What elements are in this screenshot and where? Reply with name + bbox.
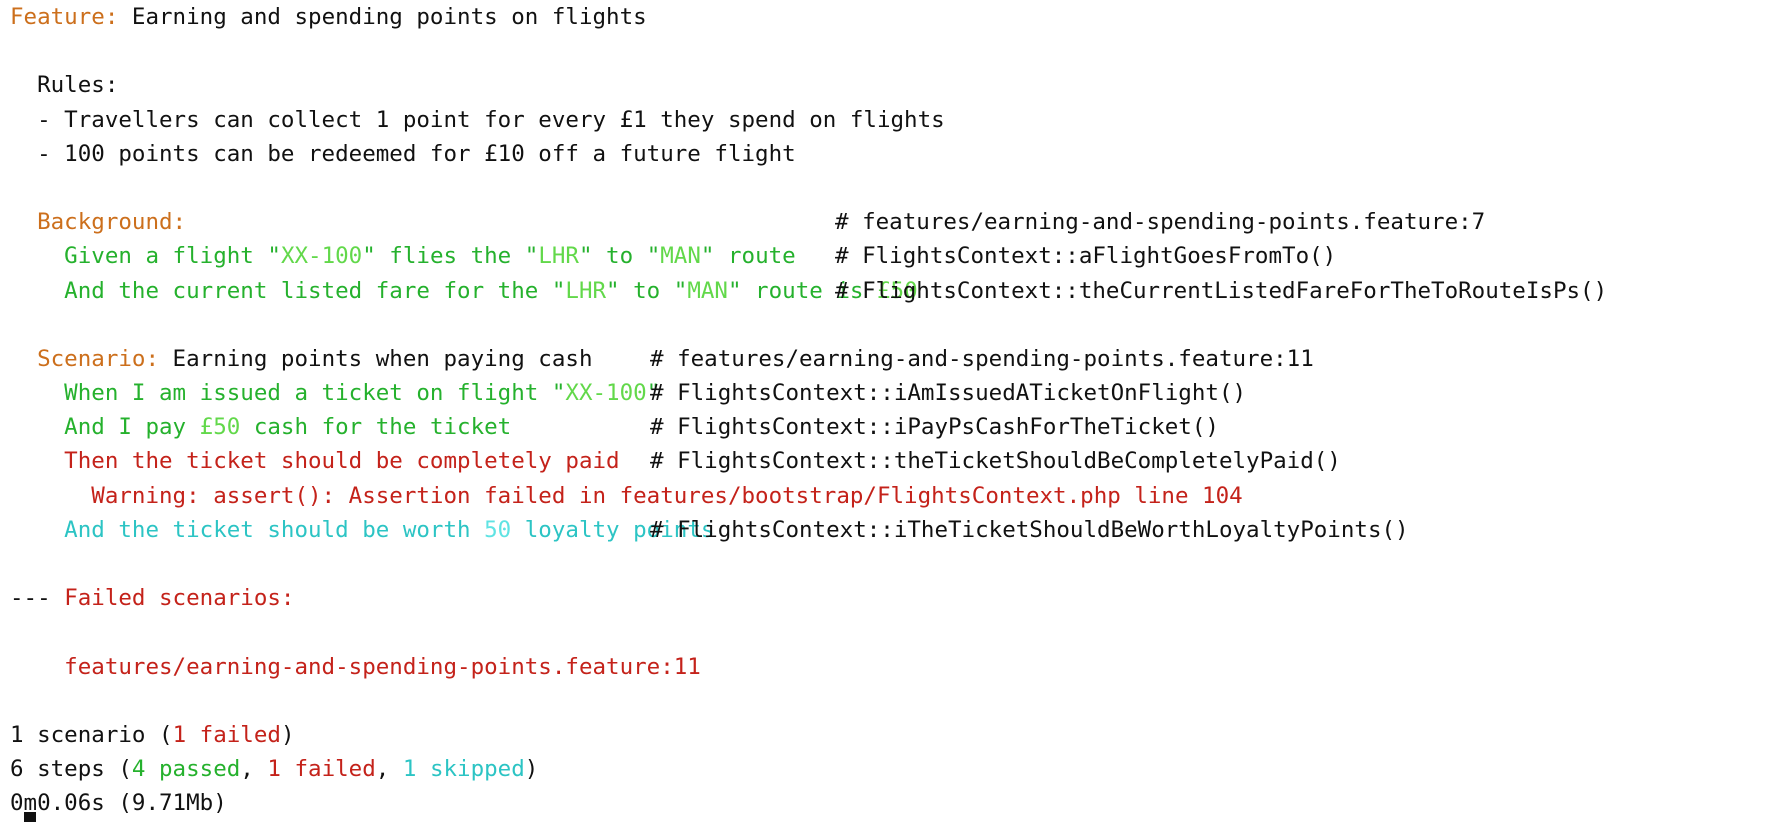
step-text: Then the ticket should be completely pai… (10, 448, 620, 475)
step-text: " to " (606, 277, 688, 304)
step-text: Given a flight " (10, 243, 281, 270)
background-keyword: Background: (10, 209, 187, 236)
step-definition: # FlightsContext::theCurrentListedFareFo… (835, 277, 1608, 304)
step-arg: LHR (538, 243, 579, 270)
failed-count: 1 failed (172, 721, 281, 748)
terminal-cursor (24, 812, 36, 822)
steps-summary: 6 steps (4 passed, 1 failed, 1 skipped) (10, 752, 1243, 786)
step-arg: XX-100 (280, 243, 363, 270)
scenario-step-skipped: And the ticket should be worth 50 loyalt… (10, 513, 1408, 547)
feature-keyword: Feature: (10, 4, 119, 30)
feature-line: Feature: Earning and spending points on … (10, 0, 1243, 34)
step-text: " route (700, 243, 796, 270)
failed-label: Failed scenarios: (64, 585, 295, 612)
warning-message: Warning: assert(): Assertion failed in f… (10, 482, 1243, 509)
rule-item: - Travellers can collect 1 point for eve… (10, 106, 945, 133)
step-definition: # FlightsContext::iAmIssuedATicketOnFlig… (650, 380, 1247, 407)
time-summary: 0m0.06s (9.71Mb) (10, 790, 227, 817)
scenario-step: And I pay £50 cash for the ticket # Fligh… (10, 410, 1243, 444)
scenario-location: # features/earning-and-spending-points.f… (650, 345, 1314, 372)
step-text: And I pay (10, 414, 200, 441)
step-arg: LHR (565, 277, 607, 304)
summary-text: , (240, 756, 268, 783)
step-arg: XX-100 (565, 380, 647, 407)
rule-item: - 100 points can be redeemed for £10 off… (10, 140, 796, 167)
step-text: cash for the ticket (240, 414, 512, 441)
failed-scenario-path: features/earning-and-spending-points.fea… (10, 653, 701, 680)
dashes: --- (10, 585, 65, 612)
summary-text: , (375, 756, 403, 783)
summary-text: 6 steps ( (10, 756, 132, 783)
summary-text: ) (524, 756, 539, 783)
background-location: # features/earning-and-spending-points.f… (835, 209, 1486, 236)
scenario-step-failed: Then the ticket should be completely pai… (10, 444, 1341, 478)
step-text: " flies the " (362, 243, 539, 270)
skipped-count: 1 skipped (402, 756, 525, 783)
scenario-header: Scenario: Earning points when paying cas… (10, 342, 1314, 376)
background-step: Given a flight "XX-100" flies the "LHR" … (10, 239, 1336, 273)
step-text: " to " (578, 243, 661, 270)
rules-header: Rules: (10, 72, 119, 99)
step-definition: # FlightsContext::iTheTicketShouldBeWort… (650, 516, 1409, 543)
scenario-keyword: Scenario: (10, 345, 160, 372)
step-text: And the current listed fare for the " (10, 277, 566, 304)
failed-scenarios-header: --- Failed scenarios: (10, 581, 1243, 615)
scenario-title: Earning points when paying cash (159, 345, 593, 372)
step-arg: 50 (484, 516, 512, 543)
scenario-summary: 1 scenario (1 failed) (10, 718, 1243, 752)
step-arg: MAN (687, 277, 728, 304)
feature-title: Earning and spending points on flights (118, 4, 647, 30)
failed-count: 1 failed (267, 756, 376, 783)
background-header: Background: # features/earning-and-spendi… (10, 205, 1485, 239)
passed-count: 4 passed (131, 756, 241, 783)
scenario-step: When I am issued a ticket on flight "XX-… (10, 376, 1247, 410)
summary-text: 1 scenario ( (10, 721, 173, 748)
step-definition: # FlightsContext::aFlightGoesFromTo() (835, 243, 1337, 270)
step-text: When I am issued a ticket on flight " (10, 380, 566, 407)
step-arg: £50 (199, 414, 241, 441)
background-step: And the current listed fare for the "LHR… (10, 274, 1607, 308)
terminal-output: Feature: Earning and spending points on … (10, 0, 1607, 821)
step-definition: # FlightsContext::iPayPsCashForTheTicket… (650, 414, 1219, 441)
step-text: And the ticket should be worth (10, 516, 485, 543)
step-arg: MAN (660, 243, 701, 270)
summary-text: ) (280, 721, 295, 748)
step-definition: # FlightsContext::theTicketShouldBeCompl… (650, 448, 1341, 475)
